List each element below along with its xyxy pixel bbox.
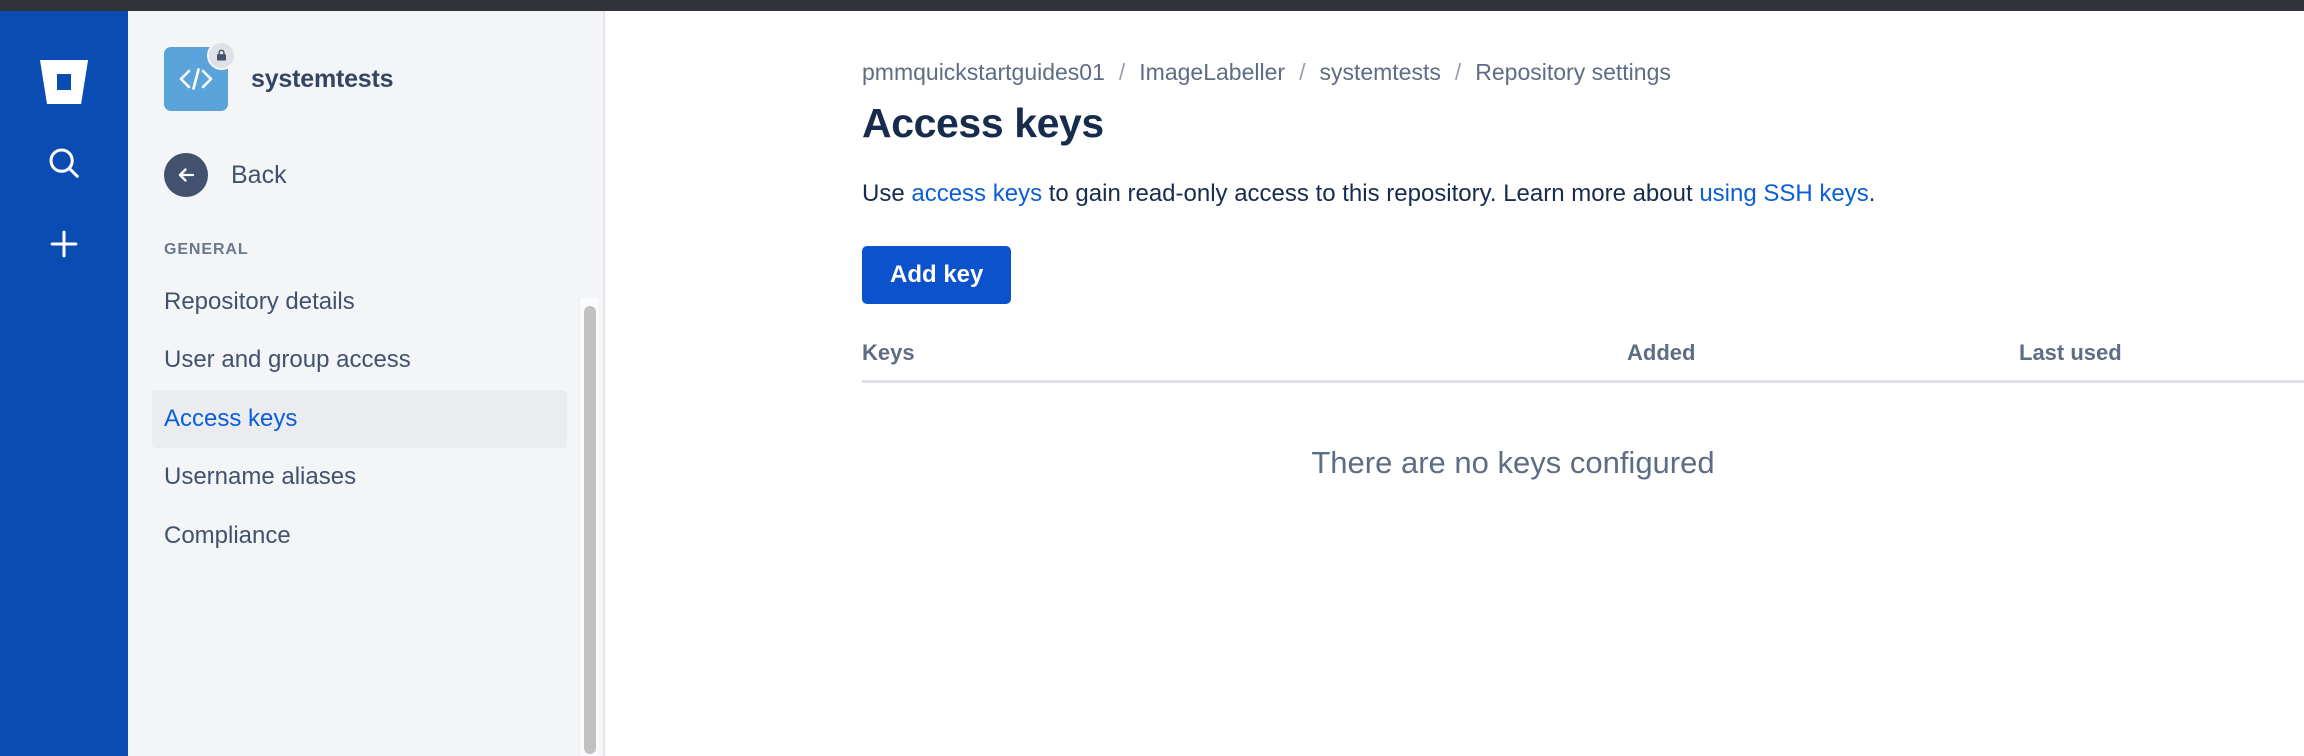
page-title: Access keys [862,100,1104,146]
browser-chrome-strip [0,0,2304,11]
bitbucket-repository-settings-page: systemtests Back GENERAL Repository deta… [0,0,2304,756]
bitbucket-logo-icon[interactable] [36,54,92,110]
breadcrumb-item-repository[interactable]: systemtests [1319,59,1440,86]
repository-header: systemtests [128,11,603,111]
main-content: pmmquickstartguides01 / ImageLabeller / … [607,11,2304,756]
description-text-part3: . [1868,180,1876,207]
column-header-last-used: Last used [2019,339,2122,365]
avatar [164,41,236,111]
access-keys-link[interactable]: access keys [911,180,1042,207]
plus-icon[interactable] [36,216,92,272]
breadcrumb-separator: / [1454,59,1462,85]
breadcrumb-separator: / [1118,59,1126,85]
sidebar-item-user-and-group-access[interactable]: User and group access [152,331,567,389]
arrow-left-icon [164,153,208,197]
sidebar-nav-list: Repository details User and group access… [128,273,603,565]
breadcrumb-item-project[interactable]: ImageLabeller [1139,59,1285,86]
breadcrumb-separator: / [1299,59,1306,85]
page-description: Use access keys to gain read-only access… [862,177,2304,212]
access-keys-table: Keys Added Last used There are no keys c… [862,340,2304,481]
using-ssh-keys-link[interactable]: using SSH keys [1699,180,1868,207]
sidebar-scrollbar-track[interactable] [579,298,599,756]
sidebar-item-access-keys[interactable]: Access keys [152,389,567,449]
sidebar-item-compliance[interactable]: Compliance [152,507,567,565]
search-icon[interactable] [36,135,92,191]
lock-icon [207,41,236,70]
description-text-part1: Use [862,180,912,207]
table-header-row: Keys Added Last used [862,340,2304,383]
add-key-button[interactable]: Add key [862,245,1012,304]
column-header-keys: Keys [862,339,915,365]
sidebar-section-title-general: GENERAL [164,241,249,258]
sidebar-item-username-aliases[interactable]: Username aliases [152,448,567,506]
breadcrumb-item-repository-settings[interactable]: Repository settings [1475,59,1671,86]
sidebar-scrollbar-thumb[interactable] [584,306,596,754]
column-header-added: Added [1627,339,1696,365]
back-button-label: Back [231,160,287,189]
repository-settings-sidebar: systemtests Back GENERAL Repository deta… [128,11,605,756]
empty-state-message: There are no keys configured [1311,444,1715,480]
description-text-part2: to gain read-only access to this reposit… [1042,180,1700,207]
breadcrumb: pmmquickstartguides01 / ImageLabeller / … [862,59,2304,86]
sidebar-item-repository-details[interactable]: Repository details [152,273,567,331]
breadcrumb-item-workspace[interactable]: pmmquickstartguides01 [862,59,1105,86]
global-navigation-rail [0,11,128,756]
back-button[interactable]: Back [128,111,603,197]
repository-name: systemtests [251,64,394,93]
